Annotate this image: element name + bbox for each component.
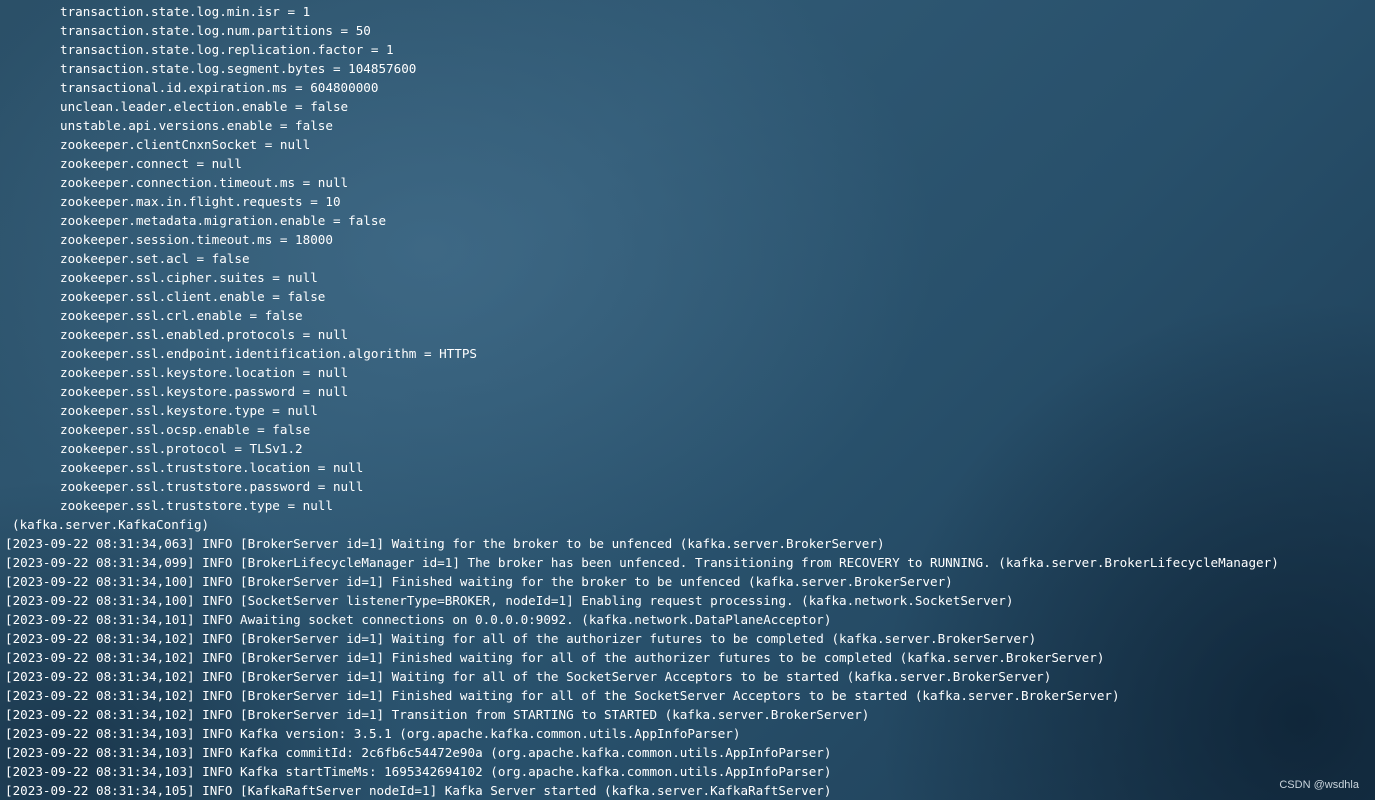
log-line: [2023-09-22 08:31:34,063] INFO [BrokerSe… — [5, 536, 885, 551]
log-line: [2023-09-22 08:31:34,103] INFO Kafka ver… — [5, 726, 741, 741]
config-line: zookeeper.ssl.truststore.location = null — [60, 460, 364, 475]
config-line: zookeeper.ssl.keystore.password = null — [60, 384, 349, 399]
config-line: zookeeper.ssl.truststore.password = null — [60, 479, 364, 494]
log-line: [2023-09-22 08:31:34,102] INFO [BrokerSe… — [5, 669, 1052, 684]
config-line: zookeeper.ssl.client.enable = false — [60, 289, 326, 304]
log-line: [2023-09-22 08:31:34,100] INFO [SocketSe… — [5, 593, 1014, 608]
log-line: [2023-09-22 08:31:34,103] INFO Kafka com… — [5, 745, 832, 760]
log-line: [2023-09-22 08:31:34,101] INFO Awaiting … — [5, 612, 832, 627]
config-line: zookeeper.ssl.endpoint.identification.al… — [60, 346, 478, 361]
log-line: [2023-09-22 08:31:34,105] INFO [KafkaRaf… — [5, 783, 832, 798]
terminal-output[interactable]: transaction.state.log.min.isr = 1 transa… — [0, 0, 1375, 800]
config-line: zookeeper.connect = null — [60, 156, 242, 171]
config-line: zookeeper.ssl.ocsp.enable = false — [60, 422, 311, 437]
config-line: zookeeper.set.acl = false — [60, 251, 250, 266]
log-line: [2023-09-22 08:31:34,102] INFO [BrokerSe… — [5, 650, 1105, 665]
config-line: zookeeper.ssl.cipher.suites = null — [60, 270, 318, 285]
config-line: transaction.state.log.min.isr = 1 — [60, 4, 311, 19]
config-line: zookeeper.ssl.enabled.protocols = null — [60, 327, 349, 342]
watermark: CSDN @wsdhla — [1279, 779, 1359, 791]
log-line: [2023-09-22 08:31:34,100] INFO [BrokerSe… — [5, 574, 953, 589]
config-line: zookeeper.ssl.protocol = TLSv1.2 — [60, 441, 303, 456]
log-line: [2023-09-22 08:31:34,099] INFO [BrokerLi… — [5, 555, 1279, 570]
config-line: zookeeper.ssl.truststore.type = null — [60, 498, 333, 513]
config-line: zookeeper.metadata.migration.enable = fa… — [60, 213, 387, 228]
log-line: [2023-09-22 08:31:34,102] INFO [BrokerSe… — [5, 688, 1120, 703]
config-line: transaction.state.log.segment.bytes = 10… — [60, 61, 417, 76]
config-line: zookeeper.clientCnxnSocket = null — [60, 137, 311, 152]
config-line: zookeeper.max.in.flight.requests = 10 — [60, 194, 341, 209]
log-line: [2023-09-22 08:31:34,102] INFO [BrokerSe… — [5, 631, 1037, 646]
config-source-line: (kafka.server.KafkaConfig) — [12, 517, 210, 532]
config-line: zookeeper.ssl.crl.enable = false — [60, 308, 303, 323]
log-line: [2023-09-22 08:31:34,103] INFO Kafka sta… — [5, 764, 832, 779]
config-line: zookeeper.session.timeout.ms = 18000 — [60, 232, 333, 247]
config-line: unclean.leader.election.enable = false — [60, 99, 349, 114]
config-line: unstable.api.versions.enable = false — [60, 118, 333, 133]
config-line: zookeeper.ssl.keystore.type = null — [60, 403, 318, 418]
config-line: transaction.state.log.num.partitions = 5… — [60, 23, 371, 38]
config-line: transaction.state.log.replication.factor… — [60, 42, 394, 57]
config-line: zookeeper.connection.timeout.ms = null — [60, 175, 349, 190]
config-line: transactional.id.expiration.ms = 6048000… — [60, 80, 379, 95]
config-line: zookeeper.ssl.keystore.location = null — [60, 365, 349, 380]
log-line: [2023-09-22 08:31:34,102] INFO [BrokerSe… — [5, 707, 870, 722]
